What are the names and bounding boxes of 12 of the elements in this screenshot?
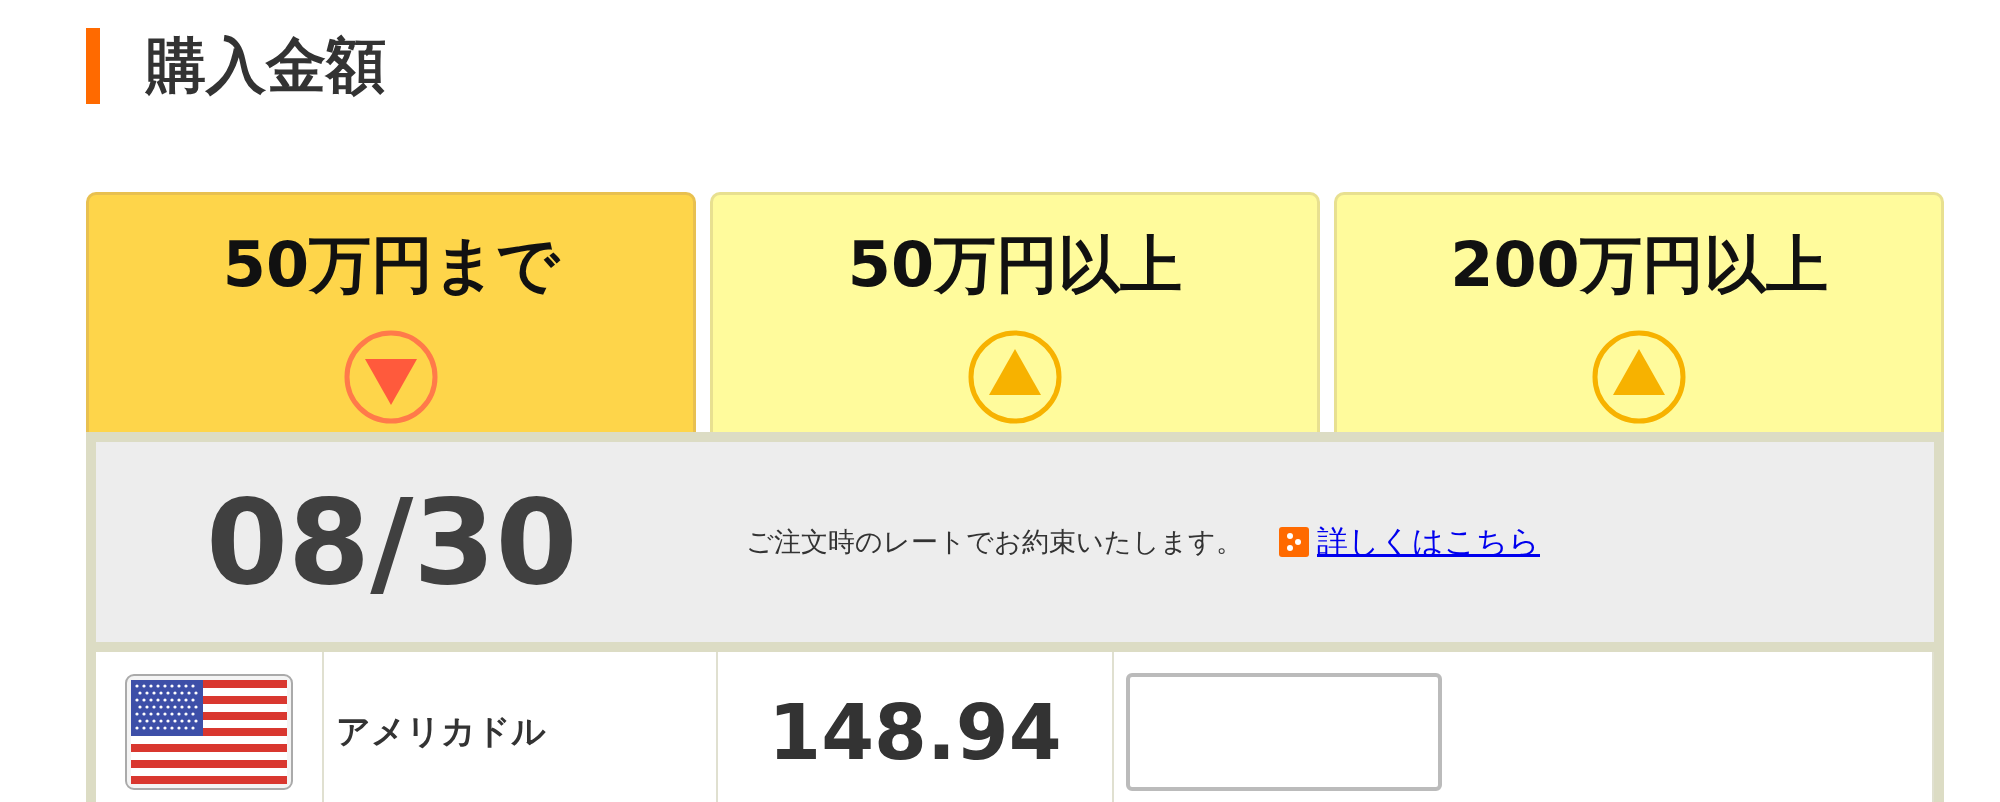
amount-input[interactable] <box>1126 673 1442 791</box>
rate-date: 08/30 <box>206 473 579 611</box>
rate-note: ご注文時のレートでお約束いたします。 <box>746 525 1243 559</box>
currency-name: アメリカドル <box>336 710 546 753</box>
details-link[interactable]: 詳しくはこちら <box>1317 521 1540 563</box>
section-heading: 購入金額 <box>146 28 386 102</box>
exchange-rate: 148.94 <box>768 687 1062 777</box>
link-icon <box>1279 527 1309 557</box>
amount-tab[interactable]: 200万円以上 <box>1334 192 1944 432</box>
amount-tab[interactable]: 50万円まで <box>86 192 696 432</box>
flag-icon <box>125 674 293 790</box>
amount-tab[interactable]: 50万円以上 <box>710 192 1320 432</box>
